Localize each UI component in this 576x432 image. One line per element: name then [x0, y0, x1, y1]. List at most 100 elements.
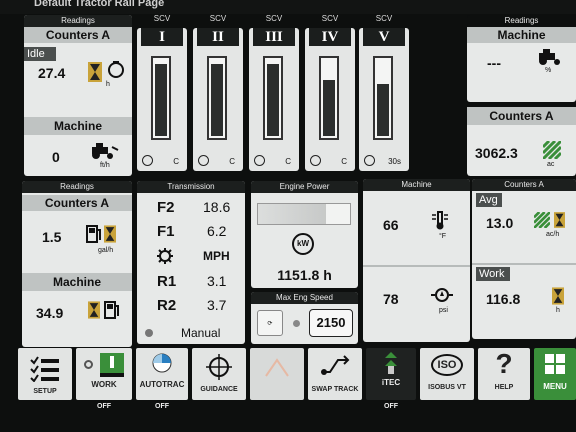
work-label: WORK [91, 380, 117, 389]
work-switch-icon [100, 353, 124, 377]
setup-label: SETUP [33, 388, 57, 395]
help-button[interactable]: ? HELP [478, 348, 530, 400]
readings-panel-right[interactable]: Readings Machine --- % Counters A 3062.3… [467, 15, 576, 176]
transmission-mode: Manual [181, 326, 221, 340]
rpm-mode-button[interactable]: ⟳ [257, 310, 283, 336]
machine-panel-mid[interactable]: Machine 66 °F 78 psi [363, 179, 470, 342]
tractor-icon [539, 49, 560, 65]
flow-gauge-fill [323, 80, 335, 136]
gear-value: 3.7 [207, 297, 227, 313]
menu-label: MENU [543, 382, 567, 391]
guidance-icon [206, 354, 232, 380]
panel-header: Counters A [472, 179, 576, 191]
flow-gauge-fill [155, 64, 167, 136]
engine-icon [108, 61, 124, 78]
transmission-panel[interactable]: Transmission F2 18.6 F1 6.2 MPH R1 3.1 R… [137, 181, 245, 344]
setup-button[interactable]: SETUP [18, 348, 72, 400]
scv-column-2[interactable]: SCV II C [193, 14, 243, 178]
page-title: Default Tractor Rail Page [34, 0, 165, 9]
gear-value: 6.2 [207, 223, 227, 239]
clock-icon [310, 155, 321, 166]
readings-panel-mid[interactable]: Readings Counters A 1.5 gal/h Machine 34… [22, 181, 132, 347]
disabled-button[interactable] [250, 348, 304, 400]
scv-time: 30s [388, 157, 401, 166]
swap-track-icon [321, 355, 350, 375]
idle-value: 27.4 [38, 65, 66, 81]
machine-unit: ft/h [100, 162, 110, 169]
kw-icon-text: kW [297, 239, 309, 248]
counters-title: Counters A [22, 195, 132, 211]
menu-button[interactable]: MENU [534, 348, 576, 400]
work-unit: h [556, 307, 560, 314]
itec-button[interactable]: iTEC OFF [366, 348, 416, 410]
isobus-vt-button[interactable]: ISO ISOBUS VT [420, 348, 474, 400]
work-value: 116.8 [486, 291, 521, 307]
autotrac-button[interactable]: AUTOTRAC OFF [136, 348, 188, 410]
machine-title: Machine [24, 117, 132, 135]
flow-gauge [263, 56, 283, 140]
isobus-vt-label: ISOBUS VT [428, 384, 466, 391]
readings-panel-top[interactable]: Readings Counters A Idle 27.4 h Machine … [24, 15, 132, 176]
scv-header: SCV [209, 14, 227, 23]
max-speed-input[interactable]: 2150 [309, 309, 353, 337]
menu-grid-icon [545, 354, 565, 374]
counters-title: Counters A [467, 107, 576, 125]
scv-time: C [285, 157, 291, 166]
scv-column-1[interactable]: SCV I C [137, 14, 187, 178]
area-coverage-icon [534, 212, 550, 228]
oil-pressure-icon [431, 288, 453, 302]
scv-label: IV [309, 28, 351, 46]
divider [472, 263, 576, 265]
scv-column-4[interactable]: SCV IV C [305, 14, 355, 178]
scv-header: SCV [265, 14, 283, 23]
max-eng-speed-panel[interactable]: Max Eng Speed ⟳ 2150 [251, 292, 358, 344]
idle-unit: h [106, 81, 110, 88]
avg-label: Avg [476, 193, 502, 207]
scv-header: SCV [375, 14, 393, 23]
scv-header: SCV [321, 14, 339, 23]
indicator-dot-icon [293, 320, 300, 327]
help-icon: ? [495, 348, 513, 379]
engine-power-panel[interactable]: Engine Power kW 1151.8 h [251, 181, 358, 288]
flow-gauge [151, 56, 171, 140]
flow-gauge [373, 56, 393, 140]
machine-value: 0 [52, 149, 60, 165]
gear-value: 3.1 [207, 273, 227, 289]
gear-label: R2 [157, 297, 177, 314]
scv-time: C [341, 157, 347, 166]
machine-value: 34.9 [36, 305, 64, 321]
work-button[interactable]: WORK OFF [76, 348, 132, 410]
hourglass-icon [552, 287, 564, 305]
guidance-button[interactable]: GUIDANCE [192, 348, 246, 400]
temperature-value: 66 [383, 217, 399, 233]
scv-time: C [173, 157, 179, 166]
counters-unit: ac [547, 161, 555, 168]
panel-header: Readings [24, 15, 132, 27]
engine-power-value: 1151.8 h [277, 267, 332, 283]
iso-logo-icon: ISO [431, 354, 463, 376]
avg-unit: ac/h [546, 231, 560, 238]
flow-gauge-fill [267, 64, 279, 136]
flow-gauge-fill [211, 64, 223, 136]
hourglass-icon [554, 212, 565, 228]
flow-gauge [319, 56, 339, 140]
scv-column-5[interactable]: SCV V 30s [359, 14, 409, 178]
scv-label: V [363, 28, 405, 46]
scv-column-3[interactable]: SCV III C [249, 14, 299, 178]
gear-label: F2 [157, 199, 175, 216]
counters-unit: gal/h [98, 247, 114, 254]
counters-panel-right[interactable]: Counters A Avg 13.0 ac/h Work 116.8 h [472, 179, 576, 339]
swap-track-button[interactable]: SWAP TRACK [308, 348, 362, 400]
machine-title: Machine [22, 273, 132, 291]
scv-header: SCV [153, 14, 171, 23]
hourglass-icon [104, 225, 116, 243]
divider [363, 265, 470, 267]
faded-icon [265, 358, 289, 377]
swap-track-label: SWAP TRACK [311, 386, 359, 393]
machine-value: --- [487, 55, 501, 71]
itec-state: OFF [384, 403, 398, 410]
panel-header: Readings [467, 15, 576, 27]
panel-header: Machine [363, 179, 470, 191]
panel-header: Transmission [137, 181, 245, 193]
help-label: HELP [494, 384, 514, 391]
